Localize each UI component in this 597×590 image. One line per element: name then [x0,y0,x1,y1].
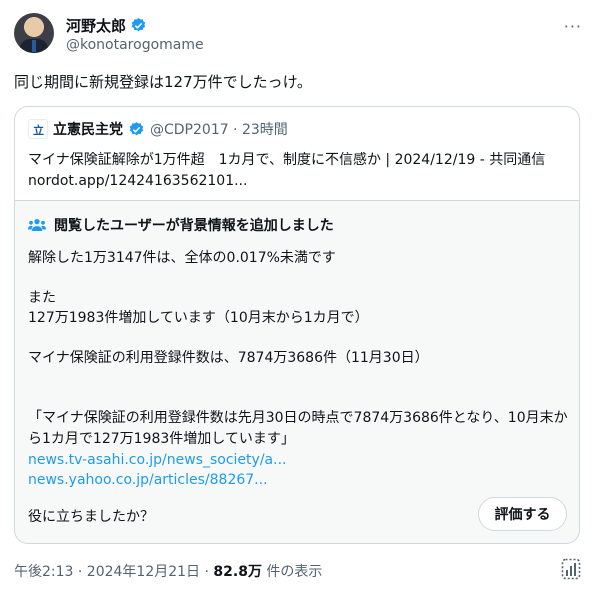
users-icon [28,219,46,231]
quoted-tweet-text: マイナ保険証解除が1万件超 1カ月で、制度に不信感か | 2024/12/19 … [28,150,568,192]
source-link[interactable]: news.yahoo.co.jp/articles/88267... [28,470,568,490]
view-count: 82.8万 [213,564,262,580]
analytics-icon[interactable] [561,558,581,580]
tweet-timestamp[interactable]: 午後2:13 · 2024年12月21日 · [14,564,213,580]
avatar-tie [32,40,36,52]
quoted-author-name[interactable]: 立憲民主党 [53,119,123,139]
verified-icon [129,121,144,135]
quoted-link[interactable]: nordot.app/12424163562101... [28,171,568,192]
quoted-tweet-header: 立 立憲民主党 @CDP2017 · 23時間 [28,119,288,139]
author-display-name[interactable]: 河野太郎 [66,15,126,36]
author-name-row[interactable]: 河野太郎 [66,15,147,36]
note-paragraph: また [28,290,56,306]
community-note-title: 閲覧したユーザーが背景情報を追加しました [54,218,334,234]
community-note-body: 解除した1万3147件は、全体の0.017%未満です また 127万1983件増… [28,248,568,490]
avatar[interactable] [14,13,54,53]
source-link[interactable]: news.tv-asahi.co.jp/news_society/a... [28,450,568,470]
note-paragraph: マイナ保険証の利用登録件数は、7874万3686件（11月30日） [28,350,429,366]
quoted-tweet[interactable]: 立 立憲民主党 @CDP2017 · 23時間 マイナ保険証解除が1万件超 1カ… [14,106,580,200]
cdp-logo-icon: 立 [28,119,48,139]
tweet-text: 同じ期間に新規登録は127万件でしたっけ。 [14,73,312,91]
community-note: 閲覧したユーザーが背景情報を追加しました 解除した1万3147件は、全体の0.0… [14,200,580,544]
view-count-label: 件の表示 [261,564,323,580]
author-handle[interactable]: @konotarogomame [66,37,204,53]
community-note-header: 閲覧したユーザーが背景情報を追加しました [28,215,334,235]
helpful-question: 役に立ちましたか？ [28,509,154,525]
quoted-text-line: マイナ保険証解除が1万件超 1カ月で、制度に不信感か | 2024/12/19 … [28,152,546,168]
more-options-icon[interactable]: ··· [564,17,582,36]
rate-button[interactable]: 評価する [478,497,567,531]
note-paragraph: 127万1983件増加しています（10月末から1カ月で） [28,310,369,326]
verified-icon [131,18,146,32]
tweet-footer: 午後2:13 · 2024年12月21日 · 82.8万 件の表示 [14,561,322,581]
quoted-author-meta: @CDP2017 · 23時間 [150,122,288,138]
note-quote-paragraph: 「マイナ保険証の利用登録件数は先月30日の時点で7874万3686件となり、10… [28,410,568,447]
note-paragraph: 解除した1万3147件は、全体の0.017%未満です [28,250,336,266]
tweet-header: 河野太郎 @konotarogomame ··· [14,13,584,57]
